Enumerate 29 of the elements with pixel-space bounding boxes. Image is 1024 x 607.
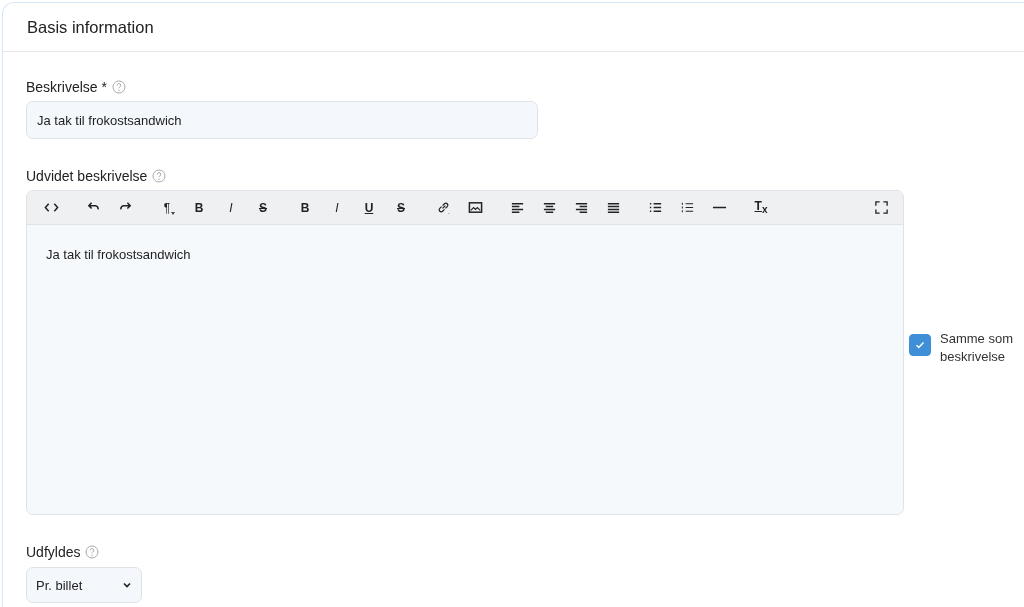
rich-text-editor[interactable]: ¶ B I S B I U S T$_{x}$ Ja tak til frokostsandwich xyxy=(26,190,904,515)
numbered-list-icon[interactable] xyxy=(679,200,695,215)
underline-button[interactable]: U xyxy=(353,194,385,221)
italic-button[interactable]: I xyxy=(321,194,353,221)
align-center-icon[interactable] xyxy=(541,200,557,215)
field-label: Beskrivelse * xyxy=(26,79,107,95)
fullscreen-icon[interactable] xyxy=(873,200,889,215)
input-field[interactable]: Ja tak til frokostsandwich xyxy=(26,101,538,139)
dropdown-select[interactable]: Pr. billet xyxy=(26,567,142,603)
checkbox[interactable] xyxy=(909,333,931,356)
field-label: Udfyldes xyxy=(26,544,81,560)
italic-button[interactable]: I xyxy=(215,194,247,221)
bullet-list-icon[interactable] xyxy=(647,200,663,215)
strikethrough-button[interactable]: S xyxy=(247,194,279,221)
image-icon[interactable] xyxy=(467,200,483,215)
link-icon[interactable] xyxy=(435,200,451,215)
align-left-icon[interactable] xyxy=(509,200,525,215)
justify-icon[interactable] xyxy=(605,200,621,215)
chevron-icon xyxy=(122,580,132,590)
align-right-icon[interactable] xyxy=(573,200,589,215)
card-title: Basis information xyxy=(27,17,154,37)
bold-button[interactable]: B xyxy=(183,194,215,221)
bold-button[interactable]: B xyxy=(289,194,321,221)
field-label: Udvidet beskrivelse xyxy=(26,168,148,184)
paragraph-button[interactable]: ¶ xyxy=(151,194,183,221)
checkbox-label: Samme som beskrivelse xyxy=(940,329,1014,366)
strikethrough-button[interactable]: S xyxy=(385,194,417,221)
editor-text: Ja tak til frokostsandwich xyxy=(45,246,192,264)
clear-format-button[interactable]: T$_{x}$ xyxy=(745,194,777,221)
